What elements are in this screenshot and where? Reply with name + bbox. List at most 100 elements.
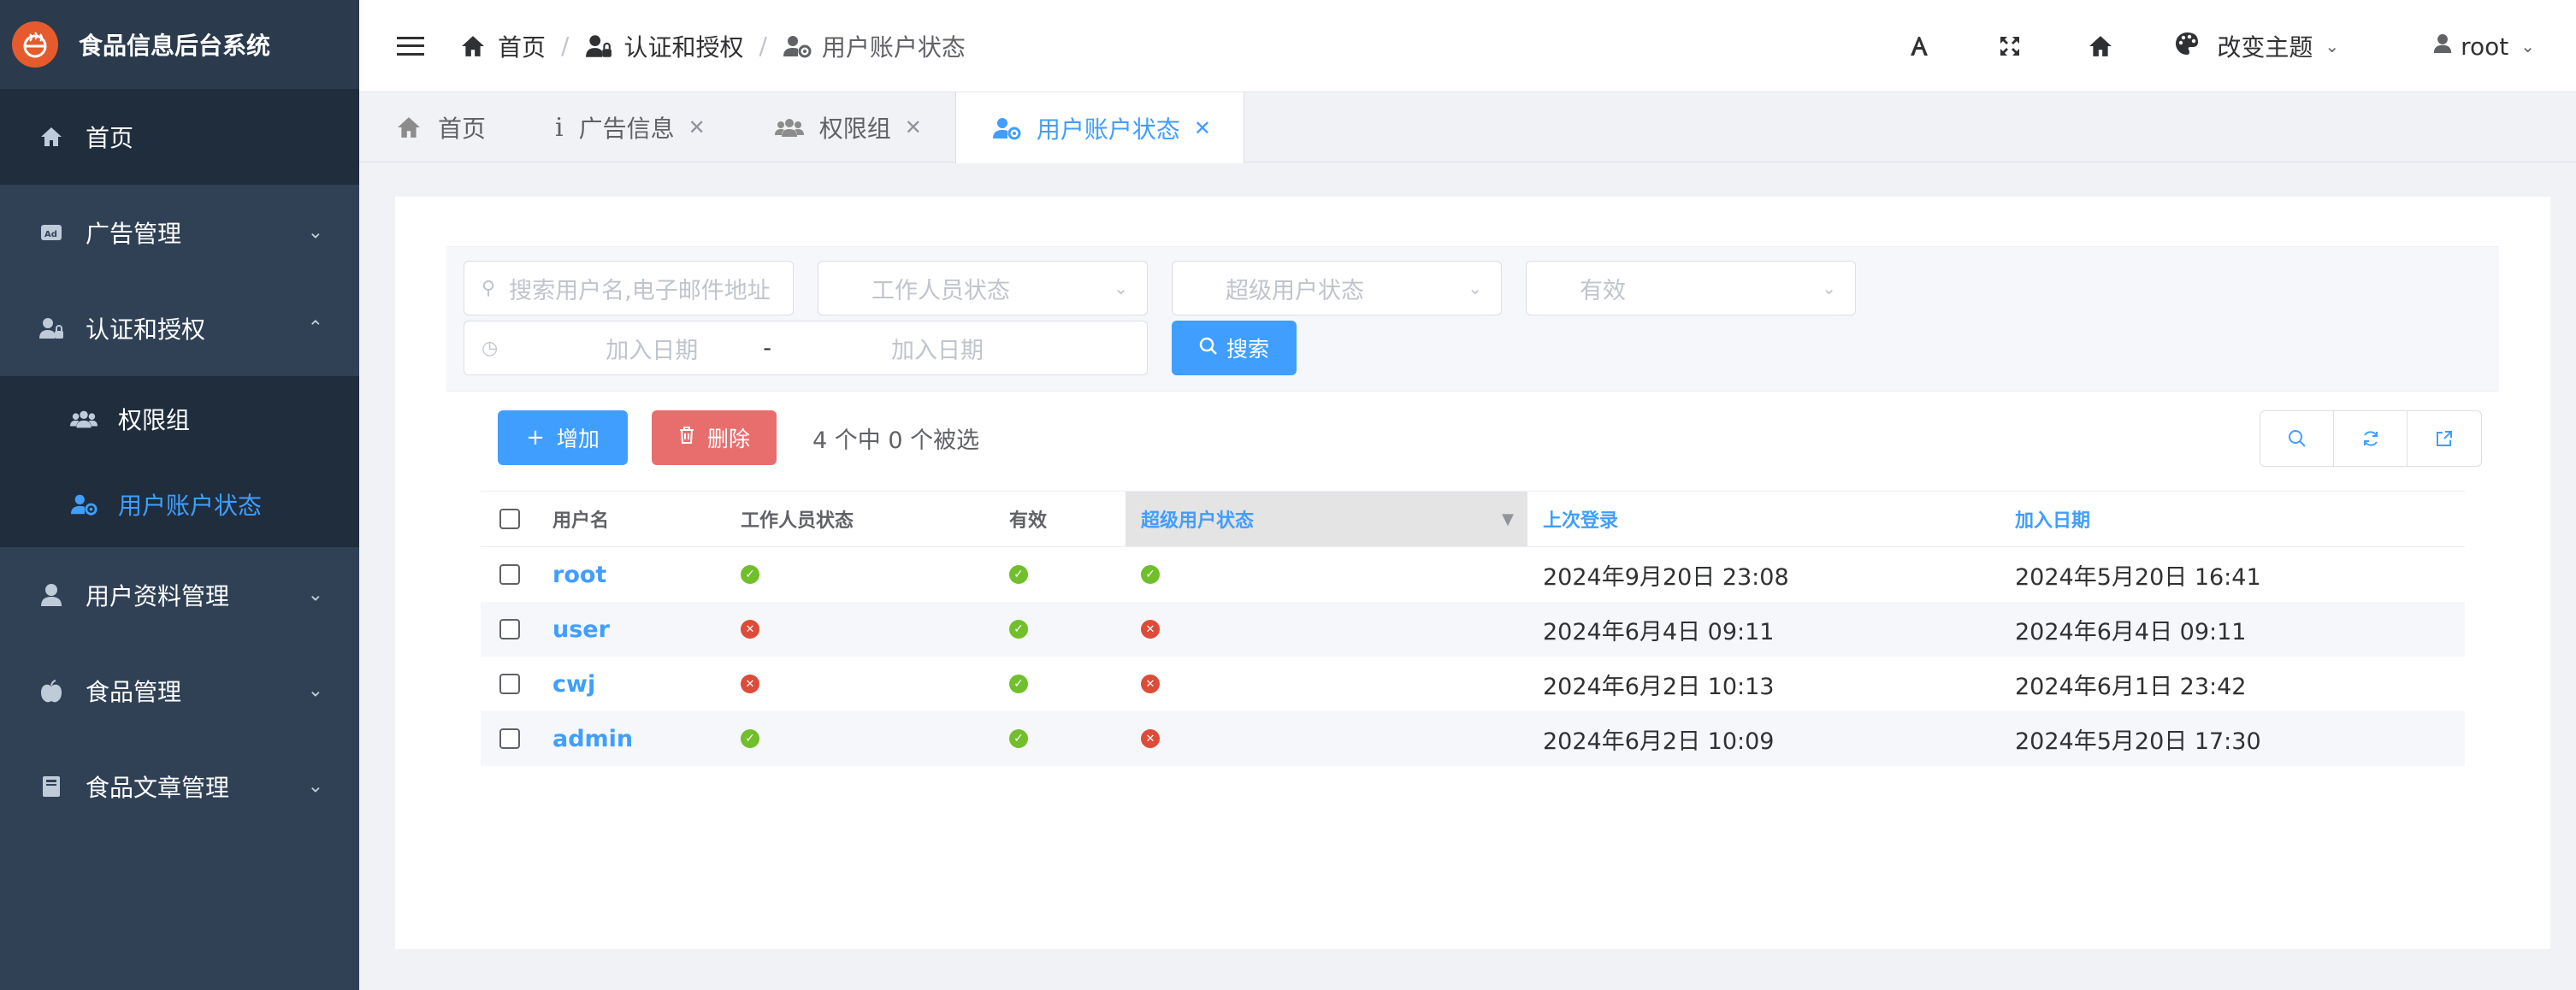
refresh-icon[interactable] — [2334, 411, 2408, 466]
sidebar-item-articles[interactable]: 食品文章管理 ⌄ — [0, 739, 359, 834]
column-header-date-joined[interactable]: 加入日期 — [2000, 492, 2465, 546]
column-header-active[interactable]: 有效 — [994, 492, 1126, 546]
fullscreen-icon[interactable] — [1993, 29, 2027, 63]
search-icon: ⚲ — [482, 277, 496, 299]
table-tools — [2260, 410, 2482, 467]
chevron-down-icon: ⌄ — [2520, 36, 2535, 56]
search-icon[interactable] — [2260, 411, 2334, 466]
sidebar-item-profiles[interactable]: 用户资料管理 ⌄ — [0, 547, 359, 643]
theme-dropdown[interactable]: 改变主题 ⌄ — [2174, 29, 2339, 63]
delete-button[interactable]: 删除 — [652, 410, 777, 465]
superuser-cell: ✕ — [1126, 602, 1527, 657]
search-button[interactable]: 搜索 — [1172, 321, 1297, 375]
superuser-status-select[interactable]: 超级用户状态 ⌄ — [1172, 261, 1502, 315]
add-button[interactable]: + 增加 — [498, 410, 628, 465]
sidebar-item-auth[interactable]: 认证和授权 ⌃ — [0, 280, 359, 376]
svg-text:Ad: Ad — [44, 230, 57, 239]
font-size-icon[interactable] — [1902, 29, 1936, 63]
users-icon — [70, 405, 97, 433]
chevron-down-icon: ⌄ — [307, 584, 323, 606]
sidebar-item-food[interactable]: 食品管理 ⌄ — [0, 643, 359, 739]
export-icon[interactable] — [2408, 411, 2481, 466]
username-cell: cwj — [537, 657, 725, 711]
table-row: cwj ✕ ✓ ✕ 2024年6月2日 10:13 2024年6月1日 23:42 — [481, 657, 2465, 711]
user-cog-icon — [70, 491, 97, 518]
check-circle-icon: ✓ — [1009, 565, 1028, 584]
sidebar-item-user-status[interactable]: 用户账户状态 — [0, 462, 359, 547]
app-title: 食品信息后台系统 — [79, 32, 271, 60]
date-joined-cell: 2024年5月20日 17:30 — [2015, 728, 2261, 755]
last-login-cell: 2024年6月2日 10:09 — [1543, 728, 1775, 755]
username-link[interactable]: root — [552, 562, 606, 588]
row-checkbox[interactable] — [499, 564, 520, 585]
date-range-picker[interactable]: ◷ 加入日期 - 加入日期 — [464, 321, 1148, 375]
search-button-label: 搜索 — [1226, 337, 1269, 362]
tab-ad-info[interactable]: i 广告信息 ✕ — [519, 92, 739, 162]
x-circle-icon: ✕ — [741, 675, 759, 693]
home-icon[interactable] — [2083, 29, 2118, 63]
chevron-down-icon: ⌄ — [1822, 278, 1836, 298]
table-row: user ✕ ✓ ✕ 2024年6月4日 09:11 2024年6月4日 09:11 — [481, 602, 2465, 657]
sort-desc-icon: ▼ — [1502, 510, 1514, 528]
sidebar: 食品信息后台系统 首页 Ad 广告管理 ⌄ 认证和授权 ⌃ 权限组 用户账户状态… — [0, 0, 359, 990]
close-icon[interactable]: ✕ — [688, 115, 706, 139]
apple-icon — [38, 677, 65, 704]
row-checkbox[interactable] — [499, 674, 520, 694]
breadcrumb-item-home[interactable]: 首页 — [458, 29, 546, 63]
row-select-cell — [481, 602, 537, 657]
logo[interactable]: 食品信息后台系统 — [0, 0, 359, 89]
staff-status-select[interactable]: 工作人员状态 ⌄ — [818, 261, 1148, 315]
user-icon — [2433, 32, 2452, 61]
close-icon[interactable]: ✕ — [1194, 116, 1211, 140]
sidebar-item-home[interactable]: 首页 — [0, 89, 359, 185]
staff-cell: ✓ — [725, 547, 994, 602]
user-cog-icon — [783, 32, 812, 61]
select-placeholder: 有效 — [1580, 277, 1626, 304]
breadcrumb-item-auth[interactable]: 认证和授权 — [584, 29, 743, 63]
row-checkbox[interactable] — [499, 728, 520, 749]
last-login-cell: 2024年6月2日 10:13 — [1543, 673, 1775, 700]
close-icon[interactable]: ✕ — [905, 115, 922, 139]
date-joined-cell: 2024年6月1日 23:42 — [2015, 673, 2247, 700]
column-header-username[interactable]: 用户名 — [537, 492, 725, 546]
delete-button-label: 删除 — [706, 427, 750, 451]
x-circle-icon: ✕ — [1141, 729, 1160, 748]
menu-toggle-icon[interactable] — [397, 32, 424, 60]
check-circle-icon: ✓ — [741, 565, 759, 584]
chevron-down-icon: ⌄ — [1114, 278, 1128, 298]
select-all-cell — [481, 492, 537, 546]
sidebar-item-groups[interactable]: 权限组 — [0, 376, 359, 462]
username-link[interactable]: admin — [552, 726, 633, 752]
user-icon — [38, 581, 65, 609]
home-icon — [458, 32, 487, 61]
tab-user-status[interactable]: 用户账户状态 ✕ — [954, 92, 1244, 163]
username-cell: root — [537, 547, 725, 602]
tab-home[interactable]: 首页 — [359, 92, 519, 162]
column-header-staff[interactable]: 工作人员状态 — [725, 492, 994, 546]
username-link[interactable]: cwj — [552, 671, 595, 698]
column-header-superuser[interactable]: 超级用户状态 ▼ — [1126, 492, 1527, 546]
sidebar-item-ads[interactable]: Ad 广告管理 ⌄ — [0, 185, 359, 280]
user-menu[interactable]: root ⌄ — [2433, 32, 2535, 61]
column-header-label: 超级用户状态 — [1141, 510, 1255, 532]
sidebar-item-label: 广告管理 — [86, 220, 182, 248]
breadcrumb-label: 用户账户状态 — [821, 32, 966, 62]
active-status-select[interactable]: 有效 ⌄ — [1526, 261, 1856, 315]
breadcrumb-separator: / — [759, 32, 767, 60]
column-header-last-login[interactable]: 上次登录 — [1527, 492, 2000, 546]
tab-label: 用户账户状态 — [1036, 115, 1180, 144]
tab-groups[interactable]: 权限组 ✕ — [739, 92, 955, 162]
username-link[interactable]: user — [552, 616, 610, 643]
active-cell: ✓ — [994, 547, 1126, 602]
add-button-label: 增加 — [556, 427, 600, 451]
search-input[interactable]: ⚲ 搜索用户名,电子邮件地址 — [464, 261, 794, 315]
check-circle-icon: ✓ — [741, 729, 759, 748]
row-checkbox[interactable] — [499, 619, 520, 639]
date-separator: - — [763, 334, 771, 362]
select-all-checkbox[interactable] — [499, 509, 520, 529]
info-icon: i — [555, 112, 564, 143]
trash-icon — [678, 425, 695, 451]
breadcrumb-label: 认证和授权 — [623, 32, 744, 62]
book-icon — [38, 773, 65, 800]
check-circle-icon: ✓ — [1009, 620, 1028, 639]
